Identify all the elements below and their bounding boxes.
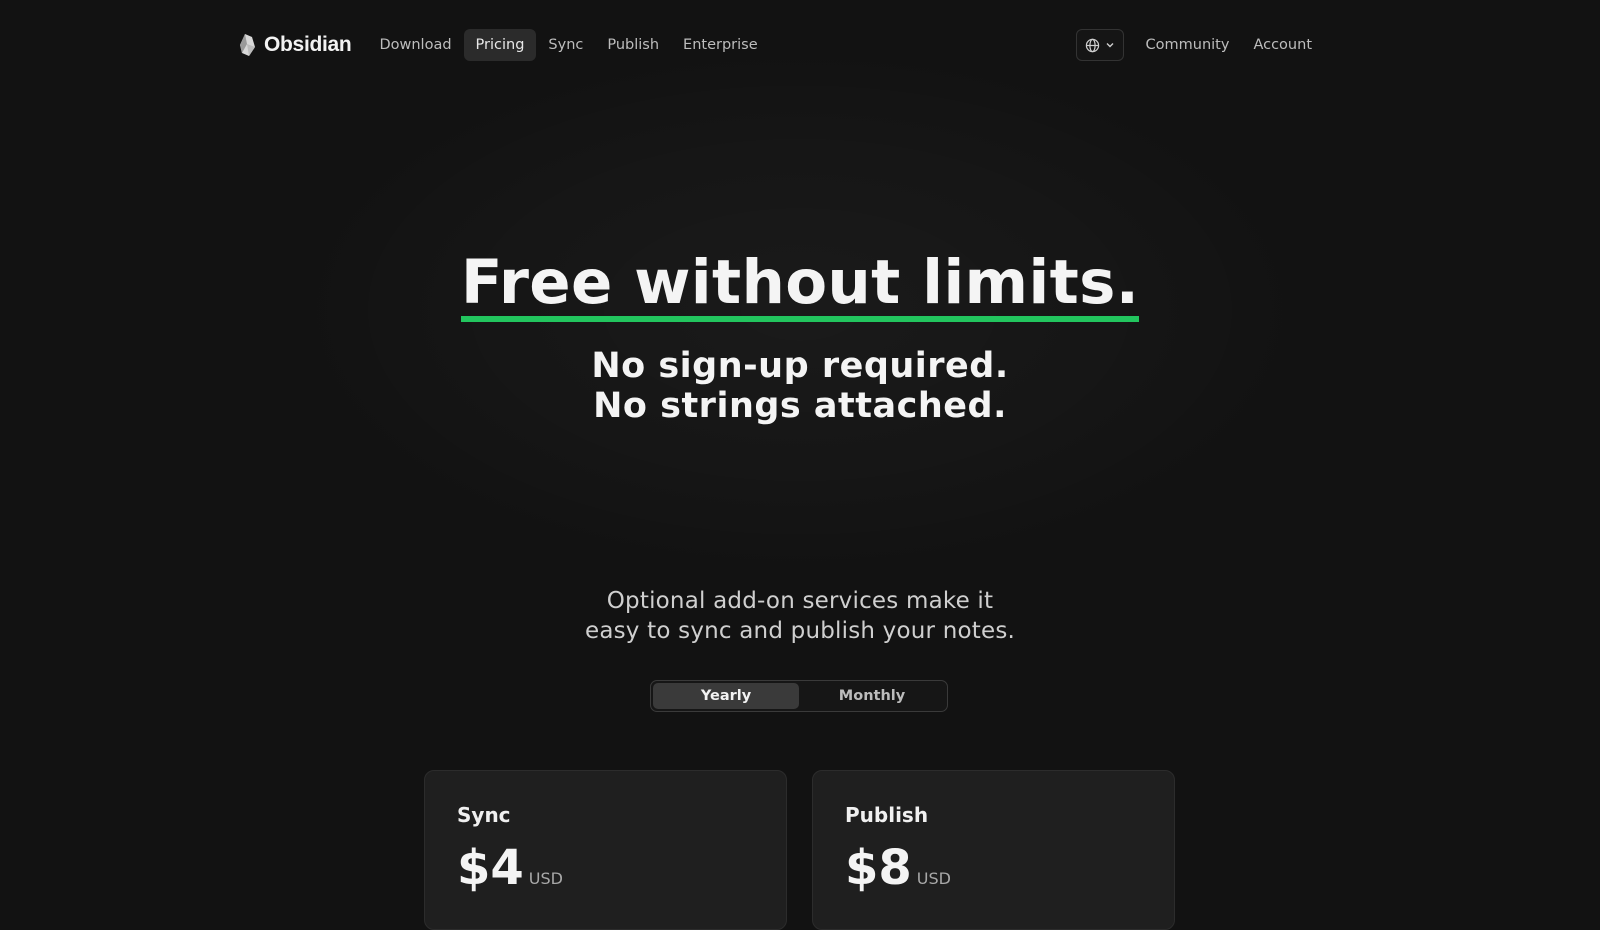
plan-currency: USD [916, 869, 951, 888]
plan-card-publish: Publish $8 USD [812, 770, 1175, 930]
plan-name: Sync [457, 803, 511, 827]
plan-price: $8 [845, 840, 912, 896]
hero-subtitle-line-1: No sign-up required. [591, 346, 1009, 386]
hero-title: Free without limits. [460, 250, 1140, 322]
addon-description: Optional add-on services make it easy to… [0, 586, 1600, 646]
globe-icon [1085, 38, 1099, 52]
hero-subtitle: No sign-up required. No strings attached… [0, 346, 1600, 426]
plan-price-row: $8 USD [845, 843, 1142, 893]
billing-period-toggle: Yearly Monthly [650, 680, 948, 712]
nav-link-account[interactable]: Account [1241, 29, 1324, 61]
nav-link-sync[interactable]: Sync [536, 29, 595, 61]
chevron-down-icon [1106, 43, 1114, 48]
top-navigation: Obsidian Download Pricing Sync Publish E… [238, 29, 1324, 61]
plan-price: $4 [457, 840, 524, 896]
plan-name: Publish [845, 803, 929, 827]
nav-link-download[interactable]: Download [367, 29, 463, 61]
hero-section: Free without limits. No sign-up required… [0, 250, 1600, 426]
plan-currency: USD [528, 869, 563, 888]
brand-logo-link[interactable]: Obsidian [238, 33, 352, 57]
billing-option-yearly[interactable]: Yearly [653, 683, 799, 709]
language-selector-button[interactable] [1075, 29, 1124, 61]
plan-price-row: $4 USD [457, 843, 754, 893]
addon-description-line-2: easy to sync and publish your notes. [584, 618, 1016, 644]
hero-subtitle-line-2: No strings attached. [593, 386, 1007, 426]
nav-link-enterprise[interactable]: Enterprise [671, 29, 770, 61]
obsidian-logo-icon [240, 34, 255, 56]
nav-link-publish[interactable]: Publish [595, 29, 671, 61]
nav-link-pricing[interactable]: Pricing [463, 29, 537, 61]
addon-description-line-1: Optional add-on services make it [606, 588, 994, 614]
brand-name: Obsidian [264, 33, 352, 56]
plan-card-sync: Sync $4 USD [424, 770, 787, 930]
billing-option-monthly[interactable]: Monthly [799, 683, 945, 709]
nav-link-community[interactable]: Community [1134, 29, 1242, 61]
